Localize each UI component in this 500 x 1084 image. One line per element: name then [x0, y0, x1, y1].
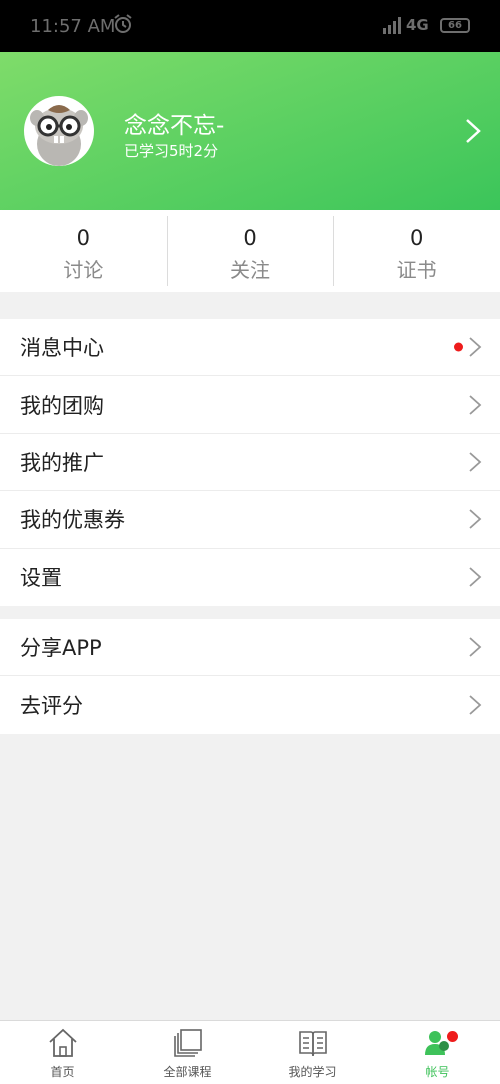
avatar[interactable]	[24, 96, 94, 166]
menu-item-coupons[interactable]: 我的优惠券	[0, 491, 500, 549]
stat-label: 关注	[230, 258, 270, 282]
stat-follows[interactable]: 0 关注	[166, 210, 334, 292]
chevron-right-icon	[469, 394, 482, 415]
menu-item-settings[interactable]: 设置	[0, 549, 500, 606]
tab-label: 全部课程	[163, 1065, 212, 1079]
tab-home[interactable]: 首页	[0, 1021, 125, 1084]
profile-header[interactable]: 念念不忘- 已学习5时2分	[0, 52, 500, 210]
menu-item-label: 我的推广	[20, 450, 104, 475]
chevron-right-icon	[469, 695, 482, 715]
menu-item-label: 分享APP	[20, 636, 102, 661]
tab-all-courses[interactable]: 全部课程	[125, 1021, 250, 1084]
book-icon	[298, 1031, 327, 1057]
battery-indicator: 66	[440, 18, 470, 33]
home-icon	[48, 1028, 77, 1057]
mascot-avatar-icon	[30, 105, 88, 166]
menu-item-label: 我的优惠券	[20, 508, 125, 533]
menu-item-share-app[interactable]: 分享APP	[0, 619, 500, 677]
tab-my-learning[interactable]: 我的学习	[250, 1021, 375, 1084]
stats-row: 0 讨论 0 关注 0 证书	[0, 210, 500, 292]
menu-item-label: 去评分	[20, 694, 83, 719]
stat-value: 0	[409, 226, 424, 250]
stat-value: 0	[76, 226, 91, 250]
status-time: 11:57 AM	[30, 16, 116, 37]
unread-badge	[454, 342, 463, 352]
menu-group-app: 分享APP 去评分	[0, 619, 500, 734]
menu-item-label: 设置	[20, 566, 62, 591]
chevron-right-icon	[469, 452, 482, 472]
tab-account[interactable]: 帐号	[375, 1021, 500, 1084]
stat-label: 讨论	[63, 258, 104, 282]
alarm-icon	[114, 14, 132, 33]
stat-label: 证书	[396, 258, 437, 282]
chevron-right-icon	[469, 337, 482, 357]
status-bar: 11:57 AM 4G 66	[0, 0, 500, 52]
username: 念念不忘-	[124, 113, 225, 139]
courses-icon	[173, 1029, 202, 1057]
chevron-right-icon	[469, 509, 482, 530]
chevron-right-icon[interactable]	[462, 118, 484, 144]
network-type: 4G	[406, 16, 429, 34]
menu-item-rate[interactable]: 去评分	[0, 676, 500, 733]
signal-icon	[383, 17, 401, 34]
notification-dot	[447, 1031, 458, 1042]
menu-item-promotion[interactable]: 我的推广	[0, 434, 500, 492]
menu-item-messages[interactable]: 消息中心	[0, 319, 500, 377]
menu-item-label: 消息中心	[20, 336, 104, 361]
stat-discussions[interactable]: 0 讨论	[0, 210, 167, 292]
study-time: 已学习5时2分	[124, 142, 219, 160]
stat-certificates[interactable]: 0 证书	[333, 210, 500, 292]
stat-value: 0	[243, 226, 257, 250]
tab-label: 帐号	[425, 1065, 450, 1079]
chevron-right-icon	[469, 637, 482, 657]
tab-label: 我的学习	[288, 1065, 337, 1079]
menu-item-label: 我的团购	[20, 393, 104, 418]
bottom-tab-bar: 首页 全部课程 我的学习 帐号	[0, 1020, 500, 1084]
tab-label: 首页	[50, 1065, 75, 1079]
chevron-right-icon	[469, 567, 482, 587]
menu-item-group-buy[interactable]: 我的团购	[0, 376, 500, 434]
menu-group-account: 消息中心 我的团购 我的推广 我的优惠券 设置	[0, 319, 500, 606]
